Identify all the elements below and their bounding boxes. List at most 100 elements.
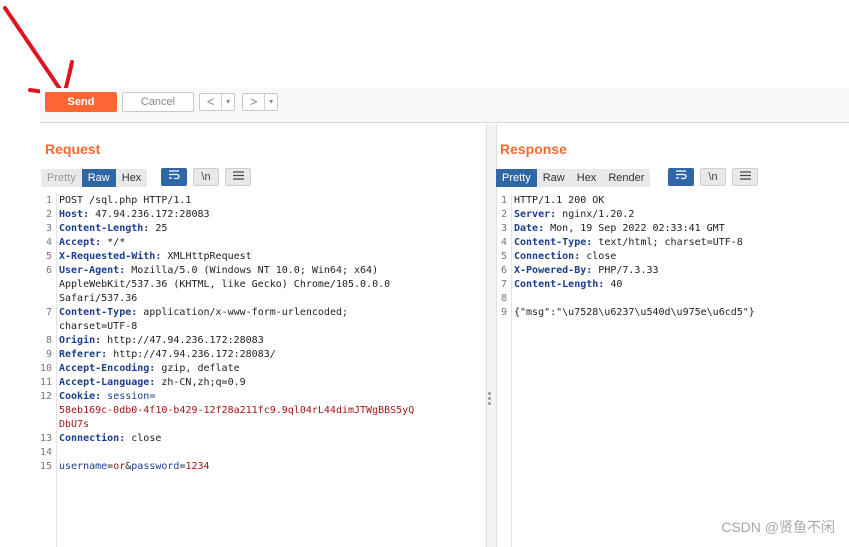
- code-token: charset=UTF-8: [59, 321, 138, 332]
- request-panel: Request Pretty Raw Hex \n 1 POST /sql.php…: [40, 124, 486, 547]
- tab-hex[interactable]: Hex: [570, 169, 603, 187]
- code-token: Origin:: [59, 335, 102, 346]
- code-token: */*: [101, 237, 126, 248]
- line-number: 10: [40, 363, 53, 374]
- code-token: close: [580, 251, 617, 262]
- response-panel: Response Pretty Raw Hex Render \n 1 HTTP/…: [495, 124, 849, 547]
- code-token: close: [125, 433, 162, 444]
- code-token: User-Agent:: [59, 265, 126, 276]
- code-text: Safari/537.36: [59, 292, 137, 306]
- response-title: Response: [500, 141, 567, 157]
- code-token: password: [131, 461, 180, 472]
- line-number: 8: [500, 293, 507, 304]
- code-text: Connection: close: [59, 432, 161, 446]
- tab-raw[interactable]: Raw: [536, 169, 571, 187]
- line-number: 14: [40, 447, 53, 458]
- code-text: username=or&password=1234: [59, 460, 210, 474]
- code-token: Date:: [514, 223, 545, 234]
- forward-button[interactable]: > ▾: [242, 93, 278, 111]
- gutter-divider: [511, 194, 512, 547]
- request-editor[interactable]: 1 POST /sql.php HTTP/1.1 2 Host: 47.94.236.…: [40, 194, 486, 547]
- forward-arrow-icon: >: [243, 94, 266, 110]
- wrap-lines-icon[interactable]: [668, 168, 694, 186]
- line-number: 5: [500, 251, 507, 262]
- code-text: AppleWebKit/537.36 (KHTML, like Gecko) C…: [59, 278, 390, 292]
- line-number: 3: [45, 223, 52, 234]
- code-token: text/html; charset=UTF-8: [592, 237, 743, 248]
- back-button[interactable]: < ▾: [199, 93, 235, 111]
- code-token: AppleWebKit/537.36 (KHTML, like Gecko) C…: [59, 279, 391, 290]
- line-number: 5: [45, 251, 52, 262]
- tab-pretty[interactable]: Pretty: [496, 169, 537, 187]
- tab-raw[interactable]: Raw: [81, 169, 116, 187]
- code-token: 58eb169c-0db0-4f10-b429-12f28a211fc9.9ql…: [59, 405, 415, 416]
- code-token: PHP/7.3.33: [592, 265, 659, 276]
- code-token: Mon, 19 Sep 2022 02:33:41 GMT: [544, 223, 725, 234]
- code-token: http://47.94.236.172:28083: [101, 335, 264, 346]
- code-token: {"msg":"\u7528\u6237\u540d\u975e\u6cd5"}: [514, 307, 755, 318]
- code-token: Content-Length:: [59, 223, 150, 234]
- cancel-button[interactable]: Cancel: [122, 92, 194, 112]
- code-text: charset=UTF-8: [59, 320, 137, 334]
- send-button[interactable]: Send: [45, 92, 117, 112]
- code-token: HTTP/1.1 200 OK: [514, 195, 605, 206]
- line-number: 3: [500, 223, 507, 234]
- line-number: 9: [45, 349, 52, 360]
- code-text: Accept: */*: [59, 236, 125, 250]
- line-number: 4: [45, 237, 52, 248]
- tab-render[interactable]: Render: [602, 169, 651, 187]
- code-text: HTTP/1.1 200 OK: [514, 194, 604, 208]
- code-text: Content-Type: application/x-www-form-url…: [59, 306, 348, 320]
- code-token: Accept-Language:: [59, 377, 156, 388]
- newline-toggle-button[interactable]: \n: [193, 168, 219, 186]
- gutter-divider: [56, 194, 57, 547]
- code-text: Content-Length: 40: [514, 278, 622, 292]
- code-text: DbU7s: [59, 418, 89, 432]
- code-token: Referer:: [59, 349, 108, 360]
- back-arrow-icon: <: [200, 94, 223, 110]
- watermark: CSDN @贤鱼不闲: [721, 519, 835, 535]
- code-text: Host: 47.94.236.172:28083: [59, 208, 210, 222]
- code-token: Connection:: [59, 433, 126, 444]
- code-token: 25: [149, 223, 168, 234]
- code-token: zh-CN,zh;q=0.9: [155, 377, 246, 388]
- line-number: 2: [45, 209, 52, 220]
- tab-pretty[interactable]: Pretty: [41, 169, 82, 187]
- wrap-lines-icon[interactable]: [161, 168, 187, 186]
- code-token: Host:: [59, 209, 90, 220]
- code-text: Referer: http://47.94.236.172:28083/: [59, 348, 276, 362]
- code-token: POST /sql.php HTTP/1.1: [59, 195, 192, 206]
- code-token: session=: [101, 391, 156, 402]
- code-token: username: [59, 461, 108, 472]
- line-number: 11: [40, 377, 53, 388]
- line-number: 6: [500, 265, 507, 276]
- code-token: 1234: [185, 461, 210, 472]
- code-text: POST /sql.php HTTP/1.1: [59, 194, 191, 208]
- code-token: XMLHttpRequest: [161, 251, 252, 262]
- line-number: 12: [40, 391, 53, 402]
- line-number: 7: [500, 279, 507, 290]
- drag-handle-icon[interactable]: [488, 392, 492, 407]
- code-token: Server:: [514, 209, 557, 220]
- line-number: 7: [45, 307, 52, 318]
- tab-hex[interactable]: Hex: [115, 169, 148, 187]
- code-token: Cookie:: [59, 391, 102, 402]
- newline-toggle-button[interactable]: \n: [700, 168, 726, 186]
- request-view-tabs: Pretty Raw Hex: [41, 169, 148, 187]
- code-token: Accept:: [59, 237, 102, 248]
- hamburger-menu-icon[interactable]: [225, 168, 251, 186]
- code-text: Cookie: session=: [59, 390, 155, 404]
- chevron-down-icon[interactable]: ▾: [222, 94, 234, 110]
- chevron-down-icon[interactable]: ▾: [265, 94, 277, 110]
- code-token: X-Requested-With:: [59, 251, 162, 262]
- line-number: 2: [500, 209, 507, 220]
- code-text: Accept-Language: zh-CN,zh;q=0.9: [59, 376, 246, 390]
- code-token: 40: [604, 279, 623, 290]
- line-number: 15: [40, 461, 53, 472]
- code-text: X-Powered-By: PHP/7.3.33: [514, 264, 659, 278]
- hamburger-menu-icon[interactable]: [732, 168, 758, 186]
- line-number: 1: [500, 195, 507, 206]
- code-token: Content-Type:: [514, 237, 593, 248]
- response-editor[interactable]: 1 HTTP/1.1 200 OK 2 Server: nginx/1.20.2 3 Da…: [495, 194, 849, 547]
- code-text: Date: Mon, 19 Sep 2022 02:33:41 GMT: [514, 222, 725, 236]
